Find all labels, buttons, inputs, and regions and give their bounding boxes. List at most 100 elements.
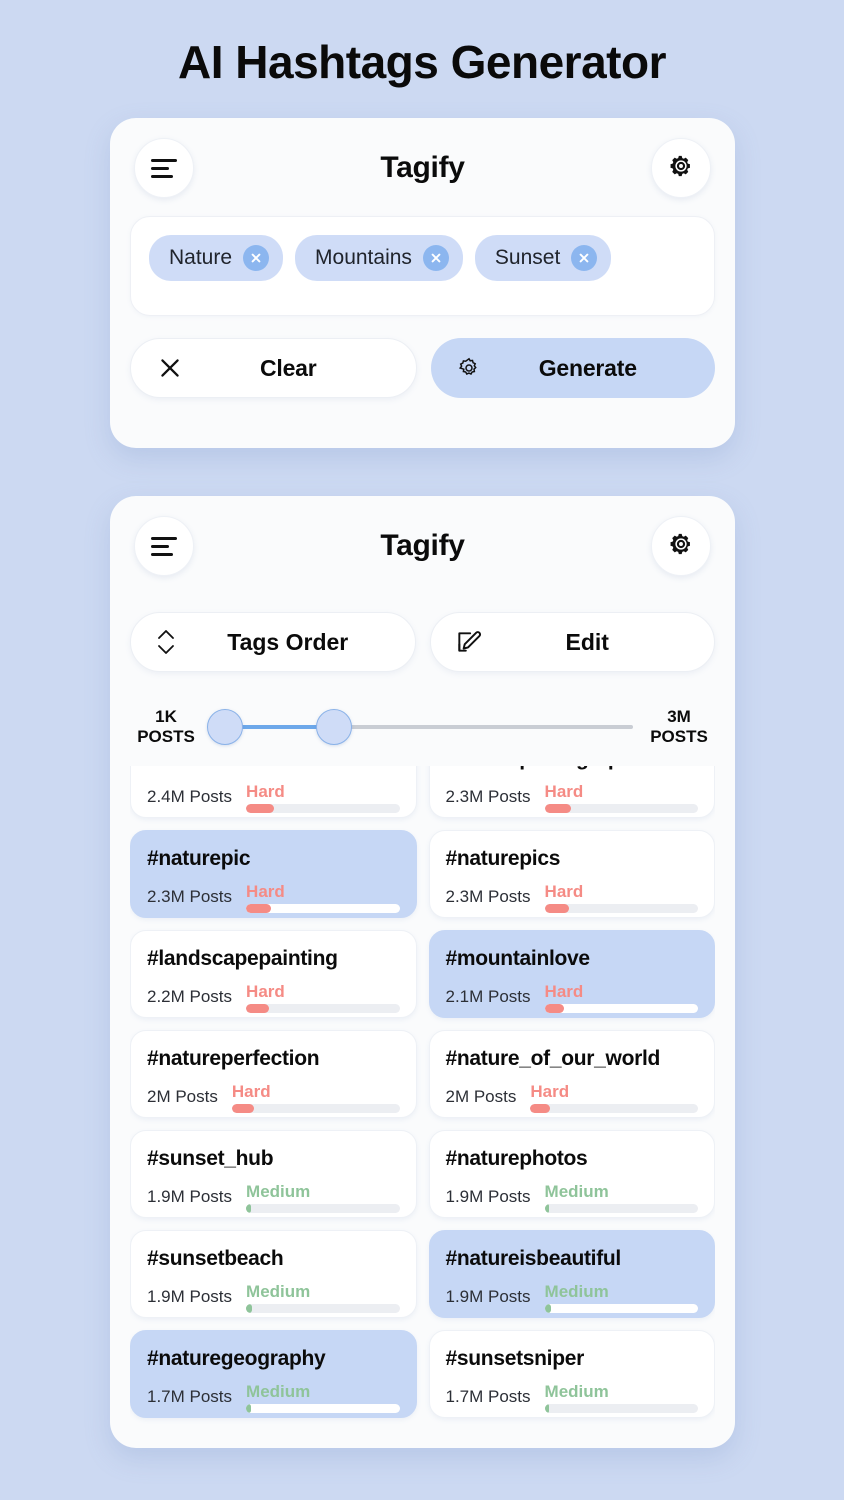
- tag-result-difficulty-label: Hard: [544, 882, 584, 901]
- tag-result-difficulty-label: Medium: [544, 1282, 609, 1301]
- tag-result-name: #naturepics: [445, 847, 561, 870]
- tag-result-meta: 1.7M Posts Medium: [446, 1383, 698, 1413]
- close-circle-icon[interactable]: [571, 245, 598, 271]
- tag-result-difficulty-label: Hard: [246, 782, 285, 801]
- tag-result-difficulty-label: Hard: [544, 782, 584, 801]
- tag-result-name: #sunsetsniper: [445, 1347, 585, 1370]
- tag-result-post-count: 2.3M Posts: [147, 887, 233, 906]
- tag-result-card[interactable]: #naturepic 2.3M Posts Hard: [130, 830, 417, 918]
- tag-result-card[interactable]: #naturegeography 1.7M Posts Medium: [130, 1330, 417, 1418]
- tag-result-meta: 1.9M Posts Medium: [147, 1283, 400, 1313]
- tag-result-card[interactable]: #natureperfection 2M Posts Hard: [130, 1030, 417, 1118]
- close-icon: [157, 355, 187, 381]
- slider-handle-high[interactable]: [316, 709, 353, 745]
- tag-result-post-count: 2.3M Posts: [445, 887, 531, 906]
- tag-result-difficulty: Medium: [544, 1182, 698, 1213]
- slider-handle-low[interactable]: [206, 709, 243, 745]
- generate-button-label: Generate: [538, 354, 637, 381]
- tag-result-difficulty-bar: [231, 1104, 400, 1113]
- tag-result-difficulty-bar: [246, 1204, 400, 1213]
- tag-result-difficulty-label: Medium: [544, 1182, 609, 1201]
- tag-result-difficulty: Hard: [544, 782, 698, 813]
- tag-result-post-count: 2.3M Posts: [445, 787, 531, 806]
- tag-result-card[interactable]: #nature_of_our_world 2M Posts Hard: [428, 1030, 715, 1118]
- input-card: Tagify Nature Mountains Sunset Clear Gen…: [110, 118, 735, 448]
- tag-result-card[interactable]: #naturephotos 1.9M Posts Medium: [428, 1130, 715, 1218]
- tag-result-difficulty-bar-fill: [246, 804, 274, 813]
- tag-result-meta: 1.9M Posts Medium: [147, 1183, 400, 1213]
- tag-result-name: #naturephotographer: [446, 766, 699, 771]
- tag-result-card[interactable]: #mountainlove 2.1M Posts Hard: [428, 930, 715, 1018]
- slider-min-label: 1K POSTS: [130, 707, 202, 746]
- tag-result-card[interactable]: #sunsetsniper 1.7M Posts Medium: [428, 1330, 715, 1418]
- tag-result-post-count: 1.9M Posts: [445, 1287, 531, 1306]
- tags-order-button[interactable]: Tags Order: [130, 612, 416, 672]
- tag-chip-label: Mountains: [315, 246, 412, 269]
- menu-button[interactable]: [134, 516, 194, 576]
- tag-result-difficulty-bar-fill: [246, 1404, 251, 1413]
- tag-result-meta: 2.3M Posts Hard: [147, 883, 400, 913]
- slider-max-value: 3M: [667, 707, 691, 727]
- tag-result-card[interactable]: #mountainlovers 2.4M Posts Hard: [130, 766, 417, 818]
- tag-result-difficulty: Hard: [530, 1083, 698, 1113]
- tag-result-difficulty-bar: [246, 1304, 400, 1313]
- close-circle-icon[interactable]: [243, 245, 270, 271]
- tag-result-post-count: 1.9M Posts: [445, 1187, 531, 1206]
- tag-result-name: #mountainlovers: [147, 766, 400, 771]
- tag-result-meta: 1.9M Posts Medium: [445, 1182, 698, 1213]
- tag-chip[interactable]: Mountains: [295, 235, 463, 281]
- tag-result-difficulty: Hard: [246, 782, 400, 813]
- tag-result-post-count: 1.9M Posts: [147, 1187, 233, 1206]
- tag-result-meta: 2M Posts Hard: [445, 1083, 698, 1113]
- results-toolbar: Tags Order Edit: [130, 612, 715, 672]
- tag-result-difficulty-bar-fill: [246, 1304, 253, 1313]
- tag-result-difficulty: Medium: [246, 1383, 400, 1413]
- tags-input-field[interactable]: Nature Mountains Sunset: [130, 216, 715, 316]
- tag-result-card[interactable]: #sunset_hub 1.9M Posts Medium: [130, 1130, 417, 1218]
- tag-result-meta: 2.3M Posts Hard: [445, 882, 698, 913]
- tag-result-difficulty-bar-fill: [544, 1404, 550, 1413]
- tag-result-difficulty-bar-fill: [544, 904, 570, 913]
- close-circle-icon[interactable]: [422, 245, 449, 271]
- tag-result-post-count: 1.9M Posts: [147, 1287, 233, 1306]
- tag-result-meta: 2M Posts Hard: [147, 1083, 400, 1113]
- slider-min-unit: POSTS: [137, 727, 195, 746]
- tag-result-difficulty-label: Hard: [231, 1082, 271, 1101]
- clear-button[interactable]: Clear: [130, 338, 417, 398]
- tag-result-difficulty-bar: [544, 804, 698, 813]
- slider-track-area[interactable]: [206, 707, 633, 747]
- settings-button[interactable]: [651, 138, 711, 198]
- hamburger-icon: [151, 536, 177, 556]
- tag-chip[interactable]: Sunset: [474, 235, 612, 281]
- tag-result-card[interactable]: #naturephotographer 2.3M Posts Hard: [428, 766, 715, 818]
- tag-result-name: #nature_of_our_world: [445, 1047, 661, 1070]
- tag-result-difficulty-bar-fill: [544, 1004, 565, 1013]
- posts-range-slider[interactable]: 1K POSTS 3M POSTS: [130, 688, 715, 766]
- tag-result-post-count: 2M Posts: [445, 1087, 517, 1106]
- tag-result-difficulty: Hard: [246, 883, 400, 913]
- menu-button[interactable]: [134, 138, 194, 198]
- tag-result-card[interactable]: #sunsetbeach 1.9M Posts Medium: [130, 1230, 417, 1318]
- tag-result-difficulty-bar-fill: [246, 904, 271, 913]
- tag-result-difficulty-bar: [544, 1404, 698, 1413]
- tag-result-meta: 2.2M Posts Hard: [147, 983, 400, 1013]
- tag-result-difficulty: Medium: [544, 1383, 698, 1413]
- tag-result-difficulty: Medium: [544, 1282, 698, 1313]
- tag-result-difficulty: Hard: [544, 983, 698, 1013]
- tag-chip[interactable]: Nature: [149, 235, 284, 281]
- tag-result-card[interactable]: #landscapepainting 2.2M Posts Hard: [130, 930, 417, 1018]
- generate-button[interactable]: Generate: [430, 338, 715, 398]
- settings-button[interactable]: [651, 516, 711, 576]
- tag-result-post-count: 2.4M Posts: [147, 787, 233, 806]
- tag-results-list[interactable]: #mountainlovers2.4M PostsHard#naturephot…: [130, 766, 715, 1446]
- tag-result-card[interactable]: #naturepics 2.3M Posts Hard: [428, 830, 715, 918]
- edit-button[interactable]: Edit: [429, 612, 715, 672]
- slider-max-unit: POSTS: [650, 727, 708, 746]
- tag-result-difficulty-bar: [544, 904, 698, 913]
- tags-order-label: Tags Order: [227, 628, 349, 655]
- tag-result-post-count: 1.7M Posts: [147, 1387, 233, 1406]
- tag-result-name: #naturephotos: [445, 1147, 588, 1170]
- tag-result-card[interactable]: #natureisbeautiful 1.9M Posts Medium: [428, 1230, 715, 1318]
- tag-result-difficulty-bar: [544, 1004, 698, 1013]
- tag-result-difficulty: Hard: [544, 882, 698, 913]
